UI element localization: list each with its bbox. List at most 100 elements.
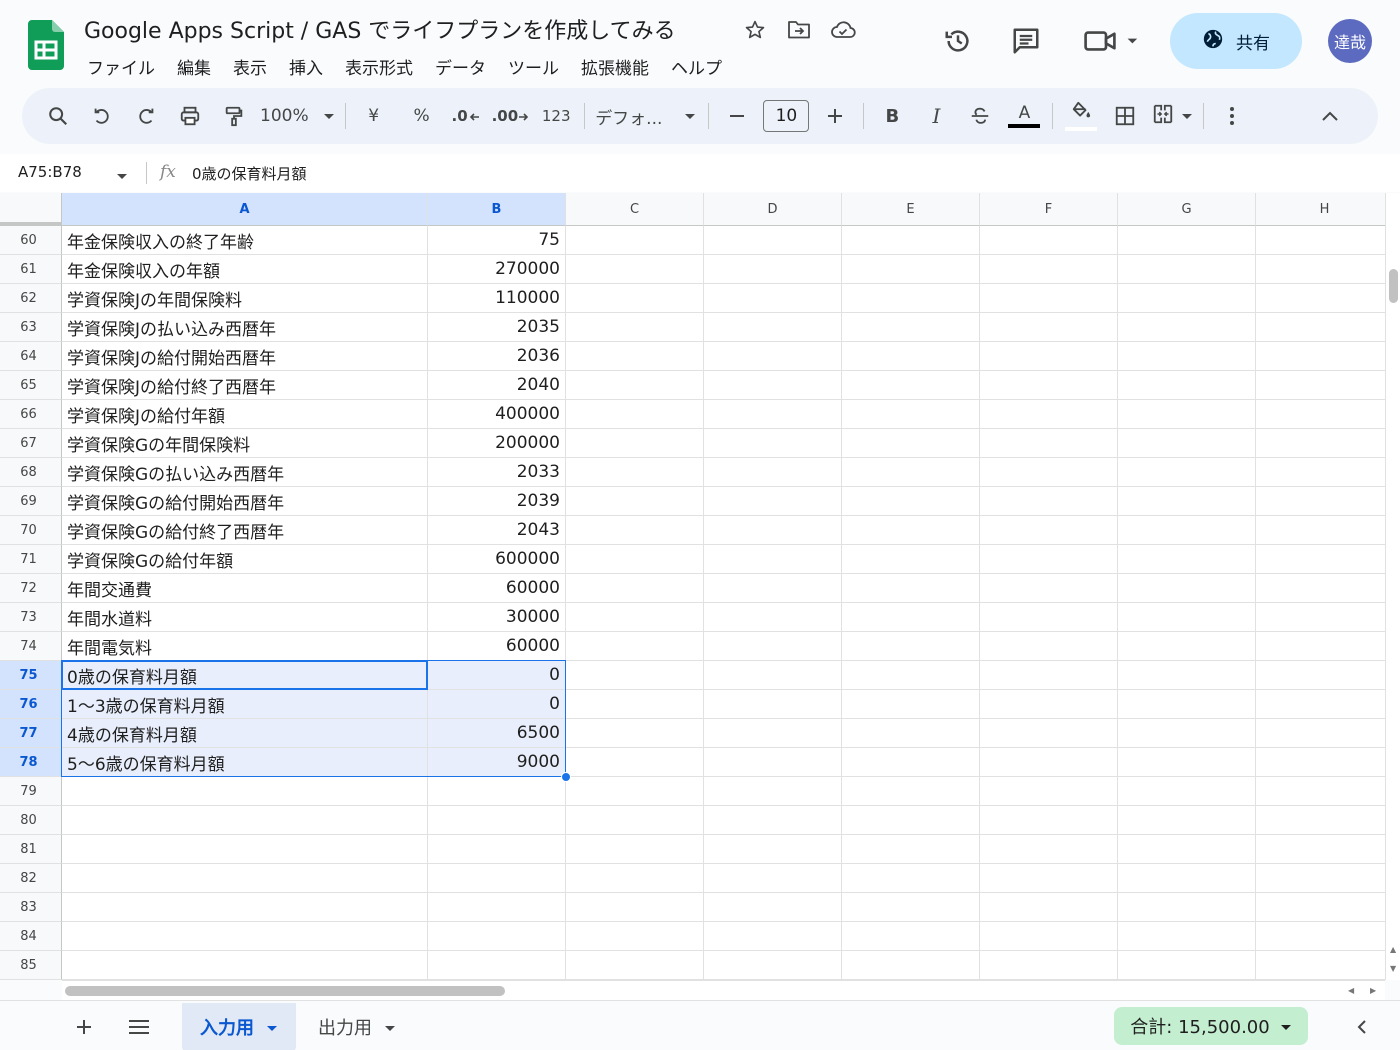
cell-b-19[interactable] (428, 777, 566, 806)
undo-icon[interactable] (84, 98, 120, 134)
row-header[interactable]: 62 (0, 284, 62, 313)
cell-c-7[interactable] (566, 429, 704, 458)
cell-g-6[interactable] (1118, 400, 1256, 429)
cell-f-25[interactable] (980, 951, 1118, 980)
share-button[interactable]: 共有 (1170, 13, 1302, 69)
font-size-input[interactable]: 10 (763, 100, 810, 132)
row-header[interactable]: 60 (0, 226, 62, 255)
horizontal-scrollbar[interactable]: ◀ ▶ (62, 980, 1385, 1000)
cell-h-17[interactable] (1256, 719, 1385, 748)
cell-f-21[interactable] (980, 835, 1118, 864)
cell-a-11[interactable]: 学資保険Gの給付年額 (62, 545, 428, 574)
cell-g-14[interactable] (1118, 632, 1256, 661)
cell-e-19[interactable] (842, 777, 980, 806)
caret-down-icon[interactable] (384, 1017, 396, 1038)
cell-d-19[interactable] (704, 777, 842, 806)
cell-f-1[interactable] (980, 255, 1118, 284)
cell-a-10[interactable]: 学資保険Gの給付終了西暦年 (62, 516, 428, 545)
cell-c-11[interactable] (566, 545, 704, 574)
cell-h-10[interactable] (1256, 516, 1385, 545)
cell-e-15[interactable] (842, 661, 980, 690)
cell-h-8[interactable] (1256, 458, 1385, 487)
side-panel-toggle-icon[interactable] (1348, 1013, 1376, 1041)
cell-f-18[interactable] (980, 748, 1118, 777)
cell-b-8[interactable]: 2033 (428, 458, 566, 487)
cell-g-13[interactable] (1118, 603, 1256, 632)
text-color-button[interactable]: A (1006, 98, 1042, 134)
cell-b-3[interactable]: 2035 (428, 313, 566, 342)
row-header[interactable]: 63 (0, 313, 62, 342)
cell-g-5[interactable] (1118, 371, 1256, 400)
cell-g-4[interactable] (1118, 342, 1256, 371)
italic-button[interactable]: I (918, 98, 954, 134)
menu-format[interactable]: 表示形式 (334, 52, 424, 81)
cell-b-21[interactable] (428, 835, 566, 864)
cell-g-22[interactable] (1118, 864, 1256, 893)
cell-d-7[interactable] (704, 429, 842, 458)
cell-a-23[interactable] (62, 893, 428, 922)
cell-a-3[interactable]: 学資保険Jの払い込み西暦年 (62, 313, 428, 342)
document-title[interactable]: Google Apps Script / GAS でライフプランを作成してみる (84, 13, 676, 45)
cell-a-4[interactable]: 学資保険Jの給付開始西暦年 (62, 342, 428, 371)
cell-c-8[interactable] (566, 458, 704, 487)
cell-f-23[interactable] (980, 893, 1118, 922)
formula-input[interactable]: 0歳の保育料月額 (192, 163, 307, 184)
star-icon[interactable] (740, 16, 770, 44)
bold-button[interactable]: B (874, 98, 910, 134)
scroll-right-icon[interactable]: ▶ (1370, 986, 1376, 995)
cell-g-17[interactable] (1118, 719, 1256, 748)
menu-data[interactable]: データ (424, 52, 497, 81)
cell-d-6[interactable] (704, 400, 842, 429)
history-icon[interactable] (936, 14, 980, 68)
cell-e-0[interactable] (842, 226, 980, 255)
cell-e-17[interactable] (842, 719, 980, 748)
cell-e-23[interactable] (842, 893, 980, 922)
row-header[interactable]: 78 (0, 748, 62, 777)
cell-a-1[interactable]: 年金保険収入の年額 (62, 255, 428, 284)
cell-e-25[interactable] (842, 951, 980, 980)
menu-file[interactable]: ファイル (76, 52, 166, 81)
zoom-select[interactable]: 100% (260, 98, 335, 134)
cell-h-3[interactable] (1256, 313, 1385, 342)
menu-edit[interactable]: 編集 (166, 52, 222, 81)
row-header[interactable]: 80 (0, 806, 62, 835)
cell-f-9[interactable] (980, 487, 1118, 516)
cell-f-7[interactable] (980, 429, 1118, 458)
cell-e-22[interactable] (842, 864, 980, 893)
cell-d-20[interactable] (704, 806, 842, 835)
cell-c-17[interactable] (566, 719, 704, 748)
cell-b-15[interactable]: 0 (428, 661, 566, 690)
cell-c-16[interactable] (566, 690, 704, 719)
cell-f-0[interactable] (980, 226, 1118, 255)
cell-b-4[interactable]: 2036 (428, 342, 566, 371)
cell-e-18[interactable] (842, 748, 980, 777)
sheet-tab-output[interactable]: 出力用 (300, 1003, 414, 1050)
strikethrough-icon[interactable] (962, 98, 998, 134)
scroll-up-icon[interactable]: ▲ (1390, 945, 1396, 954)
row-header[interactable]: 75 (0, 661, 62, 690)
cell-b-14[interactable]: 60000 (428, 632, 566, 661)
column-header-c[interactable]: C (566, 193, 704, 226)
column-header-h[interactable]: H (1256, 193, 1385, 226)
row-header[interactable]: 67 (0, 429, 62, 458)
paint-format-icon[interactable] (216, 98, 252, 134)
sheet-tab-input[interactable]: 入力用 (182, 1003, 296, 1050)
cell-e-12[interactable] (842, 574, 980, 603)
cell-d-9[interactable] (704, 487, 842, 516)
sum-explore-chip[interactable]: 合計: 15,500.00 (1114, 1007, 1308, 1045)
cell-g-20[interactable] (1118, 806, 1256, 835)
column-header-e[interactable]: E (842, 193, 980, 226)
cell-e-21[interactable] (842, 835, 980, 864)
cell-g-11[interactable] (1118, 545, 1256, 574)
spreadsheet-grid[interactable]: A B C D E F G H 60 年金保険収入の終了年齢 75 61 年金保険収入の年額 270000… (0, 193, 1385, 980)
cell-c-15[interactable] (566, 661, 704, 690)
cell-a-17[interactable]: 4歳の保育料月額 (62, 719, 428, 748)
cell-g-10[interactable] (1118, 516, 1256, 545)
cell-d-8[interactable] (704, 458, 842, 487)
cell-d-15[interactable] (704, 661, 842, 690)
cell-b-13[interactable]: 30000 (428, 603, 566, 632)
search-menus-icon[interactable] (40, 98, 76, 134)
cell-d-24[interactable] (704, 922, 842, 951)
cell-e-1[interactable] (842, 255, 980, 284)
column-header-a[interactable]: A (62, 193, 428, 226)
